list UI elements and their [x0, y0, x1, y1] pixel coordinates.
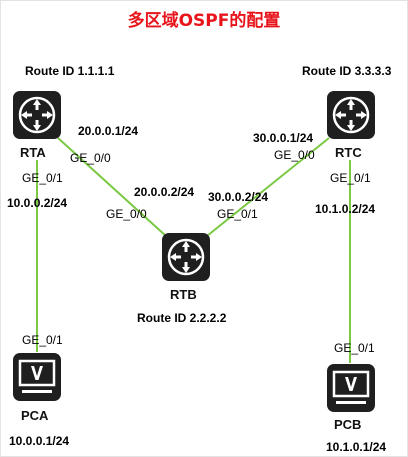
router-icon[interactable]	[161, 232, 211, 282]
rtb-route-id: Route ID 2.2.2.2	[137, 311, 227, 325]
rta-pca-pca-port: GE_0/1	[22, 333, 63, 347]
rta-rtb-rtb-port: GE_0/0	[106, 207, 147, 221]
rtc-rtb-rtb-port: GE_0/1	[217, 207, 258, 221]
rta-route-id: Route ID 1.1.1.1	[25, 64, 115, 78]
rtc-pcb-rtc-ip: 10.1.0.2/24	[315, 202, 376, 216]
pcb-label: PCB	[334, 417, 362, 432]
rta-rtb-rta-ip: 20.0.0.1/24	[78, 124, 139, 138]
rtc-rtb-rtb-ip: 30.0.0.2/24	[208, 190, 269, 204]
rtc-route-id: Route ID 3.3.3.3	[302, 64, 392, 78]
pca-label: PCA	[21, 408, 49, 423]
rta-pca-rta-port: GE_0/1	[22, 171, 63, 185]
rtc-pcb-rtc-port: GE_0/1	[330, 171, 371, 185]
router-icon[interactable]	[12, 90, 62, 140]
rta-pca-rta-ip: 10.0.0.2/24	[7, 196, 68, 210]
pcb-ip: 10.1.0.1/24	[326, 440, 387, 454]
rtc-pcb-pcb-port: GE_0/1	[334, 341, 375, 355]
router-icon[interactable]	[326, 90, 376, 140]
rtb-label: RTB	[170, 287, 197, 302]
rta-label: RTA	[20, 145, 46, 160]
rta-rtb-rta-port: GE_0/0	[70, 151, 111, 165]
rtc-rtb-rtc-ip: 30.0.0.1/24	[253, 131, 314, 145]
pc-monitor-icon[interactable]	[12, 352, 62, 402]
pc-monitor-icon[interactable]	[326, 363, 376, 413]
rta-rtb-rtb-ip: 20.0.0.2/24	[134, 185, 195, 199]
rtc-label: RTC	[335, 145, 362, 160]
pca-ip: 10.0.0.1/24	[9, 434, 70, 448]
rtc-rtb-rtc-port: GE_0/0	[274, 148, 315, 162]
